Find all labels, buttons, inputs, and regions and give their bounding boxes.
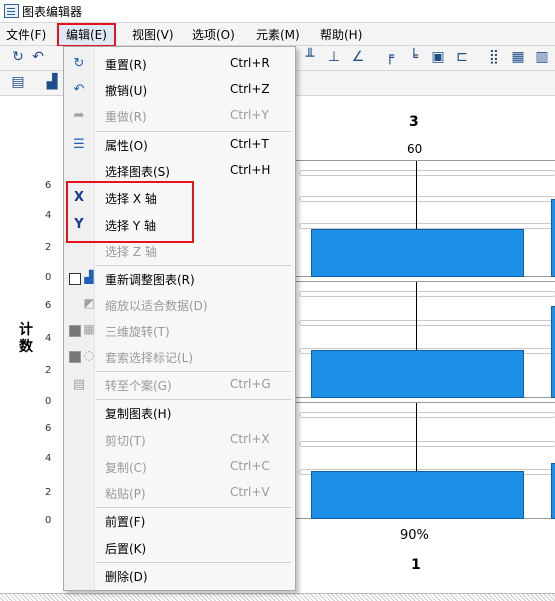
diagonal-axis-icon[interactable]: ∠ — [350, 49, 366, 65]
menu-view[interactable]: 视图(V) — [130, 26, 176, 43]
menu-item-delete[interactable]: 删除(D) — [64, 563, 295, 589]
y-tick: 0 — [45, 396, 52, 407]
title-bar: 图表编辑器 — [0, 0, 555, 23]
chart-editor-app-icon — [4, 4, 19, 18]
undo-icon: ↶ — [73, 82, 85, 97]
menu-item-copy[interactable]: 复制(C) Ctrl+C — [64, 454, 295, 480]
baseline-icon[interactable]: ⊏ — [454, 49, 470, 65]
chart-type-icon[interactable]: ▤ — [10, 74, 26, 90]
chart-panel-grid[interactable] — [292, 160, 555, 523]
chart-panel-row — [293, 160, 555, 277]
menu-item-redo[interactable]: ➦ 重做(R) Ctrl+Y — [64, 103, 295, 129]
menu-item-copy-chart[interactable]: 复制图表(H) — [64, 400, 295, 426]
menu-item-paste[interactable]: 粘贴(P) Ctrl+V — [64, 480, 295, 506]
grid-lines-icon[interactable]: ▦ — [510, 49, 526, 65]
menu-item-send-back[interactable]: 后置(K) — [64, 535, 295, 561]
redo-arrow-icon: ➦ — [73, 108, 85, 123]
y-tick: 2 — [45, 487, 52, 498]
x-axis-tool-icon[interactable]: ⊥ — [326, 49, 342, 65]
bar-chart-icon[interactable]: ▟ — [44, 74, 60, 90]
bar[interactable] — [311, 229, 524, 277]
bottom-value-label: 90% — [400, 528, 429, 543]
goto-case-icon: ▤ — [72, 377, 86, 392]
redo-icon[interactable]: ↻ — [10, 49, 26, 65]
checkbox-icon — [69, 351, 81, 363]
edit-menu: ↻ 重置(R) Ctrl+R ↶ 撤销(U) Ctrl+Z ➦ 重做(R) Ct… — [63, 46, 296, 591]
grid-dots-icon[interactable]: ⣿ — [486, 49, 502, 65]
y-tick: 4 — [45, 210, 52, 221]
y-tick: 0 — [45, 272, 52, 283]
top-align-icon[interactable]: ╒ — [382, 49, 398, 65]
menu-item-3d-rotate[interactable]: ▦ 三维旋转(T) — [64, 318, 295, 344]
bottom-panel-label: 1 — [411, 557, 421, 573]
menu-item-goto-case[interactable]: ▤ 转至个案(G) Ctrl+G — [64, 372, 295, 398]
checkbox-icon — [69, 325, 81, 337]
lasso-icon: ◌ — [83, 348, 95, 362]
menu-item-lasso-select[interactable]: ◌ 套索选择标记(L) — [64, 344, 295, 370]
menu-bar: 文件(F) 编辑(E) 视图(V) 选项(O) 元素(M) 帮助(H) — [0, 23, 555, 47]
menu-item-scale-to-data[interactable]: ◩ 缩放以适合数据(D) — [64, 292, 295, 318]
menu-options[interactable]: 选项(O) — [190, 26, 237, 43]
y-tick: 0 — [45, 515, 52, 526]
menu-item-undo[interactable]: ↶ 撤销(U) Ctrl+Z — [64, 77, 295, 103]
y-tick: 4 — [45, 453, 52, 464]
bar-align-icon[interactable]: ╨ — [302, 49, 318, 65]
y-tick: 6 — [45, 423, 52, 434]
menu-item-bring-front[interactable]: 前置(F) — [64, 508, 295, 534]
chart-panel-row — [293, 281, 555, 398]
menu-item-properties[interactable]: ☰ 属性(O) Ctrl+T — [64, 132, 295, 158]
scale-to-data-icon: ◩ — [83, 296, 95, 310]
rescale-chart-icon: ▟ — [84, 270, 94, 284]
left-align-icon[interactable]: ╘ — [406, 49, 422, 65]
redo-icon: ↻ — [73, 56, 85, 71]
y-tick: 6 — [45, 180, 52, 191]
chart-panel-row — [293, 402, 555, 519]
bar[interactable] — [311, 350, 524, 398]
frame-icon[interactable]: ▣ — [430, 49, 446, 65]
bar[interactable] — [311, 471, 524, 519]
bar[interactable] — [551, 463, 555, 519]
y-axis-label[interactable]: 计数 — [18, 322, 34, 356]
table-icon[interactable]: ▥ — [534, 49, 550, 65]
bar[interactable] — [551, 306, 555, 398]
highlight-box — [66, 181, 194, 243]
menu-help[interactable]: 帮助(H) — [318, 26, 364, 43]
y-tick: 4 — [45, 333, 52, 344]
bar[interactable] — [551, 199, 555, 277]
menu-item-rescale-chart[interactable]: ▟ 重新调整图表(R) — [64, 266, 295, 292]
y-tick: 2 — [45, 365, 52, 376]
menu-item-reset[interactable]: ↻ 重置(R) Ctrl+R — [64, 51, 295, 77]
3d-rotate-icon: ▦ — [83, 322, 95, 336]
y-tick: 2 — [45, 242, 52, 253]
checkbox-icon — [69, 273, 81, 285]
column-value-label: 60 — [407, 142, 423, 156]
properties-icon: ☰ — [73, 137, 85, 152]
menu-item-cut[interactable]: 剪切(T) Ctrl+X — [64, 427, 295, 453]
window-title: 图表编辑器 — [22, 5, 83, 19]
y-tick: 6 — [45, 300, 52, 311]
menu-elements[interactable]: 元素(M) — [254, 26, 302, 43]
menu-file[interactable]: 文件(F) — [4, 26, 48, 43]
menu-edit[interactable]: 编辑(E) — [57, 23, 116, 47]
undo-icon[interactable]: ↶ — [30, 49, 46, 65]
panel-title: 3 — [409, 114, 419, 130]
